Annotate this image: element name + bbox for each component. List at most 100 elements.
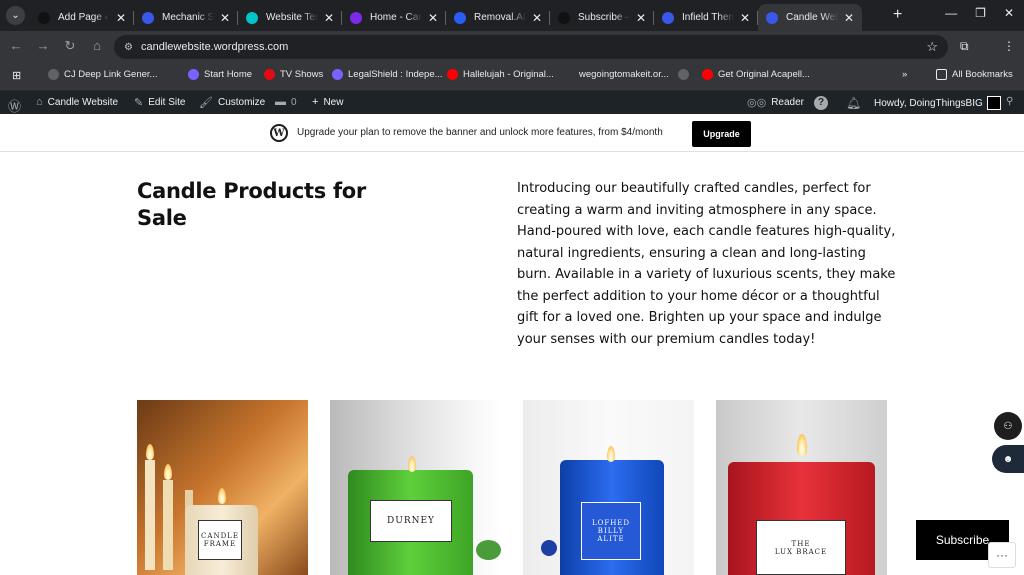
address-bar[interactable]: ⚙ candlewebsite.wordpress.com ☆ [114,35,948,59]
globe-icon [678,69,689,80]
more-bookmarks-chevron-icon[interactable]: » [902,69,907,80]
close-tab-icon[interactable]: ✕ [636,11,646,25]
comments-link[interactable]: ▬ 0 [275,96,297,108]
minimize-icon[interactable]: — [945,6,957,20]
bookmark-item[interactable]: Hallelujah - Original... [447,69,554,80]
tab-title: Add Page ‹ S [58,12,110,23]
back-arrow-icon[interactable]: ← [8,38,24,53]
bookmark-label: CJ Deep Link Gener... [64,69,158,80]
browser-tab[interactable]: Removal.AI ✕ [446,4,550,31]
notion-icon [558,11,570,24]
comment-bubble-icon: ▬ [275,96,286,108]
extensions-icon[interactable]: ⧉ [960,39,969,54]
wordpress-icon [662,11,674,24]
more-options-icon[interactable]: ··· [988,542,1016,568]
close-tab-icon[interactable]: ✕ [740,11,750,25]
plus-icon: + [312,96,319,108]
browser-tab[interactable]: Mechanic Sh ✕ [134,4,238,31]
restore-icon[interactable]: ❐ [975,6,986,20]
bookmark-item[interactable] [678,69,694,80]
help-icon[interactable]: ? [814,96,828,110]
all-bookmarks-folder[interactable]: All Bookmarks [936,69,1013,80]
product-label: LOFHED BILLY ALITE [581,502,641,560]
forward-arrow-icon[interactable]: → [35,38,51,53]
moon-icon [563,69,574,80]
reload-icon[interactable]: ↻ [62,38,78,54]
product-label: THE LUX BRACE [756,520,846,575]
account-menu[interactable]: Howdy, DoingThingsBIG [874,96,1001,110]
upgrade-button[interactable]: Upgrade [692,121,751,147]
site-name-link[interactable]: ⌂ Candle Website [36,96,118,108]
edit-site-link[interactable]: ✎ Edit Site [134,96,185,109]
comment-count: 0 [291,96,297,108]
tab-title: Removal.AI [474,12,526,23]
browser-toolbar: ← → ↻ ⌂ ⚙ candlewebsite.wordpress.com ☆ … [0,31,1024,62]
customize-link[interactable]: 🖌 Customize [199,96,265,109]
product-image[interactable]: CANDLE FRAME [137,400,308,575]
close-tab-icon[interactable]: ✕ [116,11,126,25]
home-icon[interactable]: ⌂ [89,38,105,53]
bookmark-star-icon[interactable]: ☆ [926,39,938,55]
bookmark-item[interactable]: LegalShield : Indepe... [332,69,443,80]
browser-tab[interactable]: Candle Webs ✕ [758,4,862,31]
tab-search-chevron-icon[interactable]: ⌄ [6,6,25,25]
chat-widget-icon[interactable]: ⚇ [994,412,1022,440]
site-info-icon[interactable]: ⚙ [124,42,133,53]
wp-logo-icon[interactable]: Ⓦ [8,96,21,115]
bookmarks-bar: ⊞ CJ Deep Link Gener... Start Home TV Show… [0,62,1024,91]
close-tab-icon[interactable]: ✕ [324,11,334,25]
product-image[interactable]: THE LUX BRACE [716,400,887,575]
apps-grid-icon[interactable]: ⊞ [12,69,21,82]
close-tab-icon[interactable]: ✕ [220,11,230,25]
wp-admin-bar: Ⓦ ⌂ Candle Website ✎ Edit Site 🖌 Customize … [0,91,1024,114]
howdy-label: Howdy, DoingThingsBIG [874,97,983,109]
reader-link[interactable]: ◎◎ Reader [747,96,804,109]
browser-tab[interactable]: Subscribe – ✕ [550,4,654,31]
youtube-icon [447,69,458,80]
new-label: New [323,96,344,108]
browser-tab[interactable]: Infield Theme ✕ [654,4,758,31]
notifications-bell-icon[interactable]: 🔔︎ [846,96,861,110]
home-icon: ⌂ [36,96,43,108]
bookmark-label: TV Shows [280,69,324,80]
close-tab-icon[interactable]: ✕ [428,11,438,25]
browser-tab[interactable]: Add Page ‹ S ✕ [30,4,134,31]
canva-icon [246,11,258,24]
tab-title: Candle Webs [786,12,838,23]
bookmark-item[interactable]: CJ Deep Link Gener... [48,69,157,80]
tab-title: Mechanic Sh [162,12,214,23]
banner-message: Upgrade your plan to remove the banner a… [297,127,663,138]
bookmark-label: Hallelujah - Original... [463,69,554,80]
window-controls: — ❐ ✕ [945,6,1014,20]
bookmark-item[interactable]: wegoingtomakeit.or... [563,69,669,80]
bookmark-label: Get Original Acapell... [718,69,810,80]
shield-icon [188,69,199,80]
notion-icon [38,11,50,24]
bookmark-item[interactable]: TV Shows [264,69,323,80]
all-bookmarks-label: All Bookmarks [952,69,1013,80]
page-title: Candle Products for Sale [137,179,366,230]
bookmark-item[interactable]: Get Original Acapell... [702,69,810,80]
removal-ai-icon [454,11,466,24]
browser-tab[interactable]: Website Tem ✕ [238,4,342,31]
close-window-icon[interactable]: ✕ [1004,6,1014,20]
browser-menu-icon[interactable]: ⋮ [1003,39,1015,53]
product-image[interactable]: LOFHED BILLY ALITE [523,400,694,575]
bookmark-label: Start Home [204,69,253,80]
new-tab-plus-icon[interactable]: + [893,6,902,24]
folder-icon [936,69,947,80]
close-tab-icon[interactable]: ✕ [844,11,854,25]
bookmark-item[interactable]: Start Home [188,69,252,80]
globe-icon [48,69,59,80]
browser-tab[interactable]: Home - Canv ✕ [342,4,446,31]
new-content-link[interactable]: + New [312,96,343,108]
search-icon[interactable]: ⚲ [1006,96,1013,107]
upgrade-banner: W Upgrade your plan to remove the banner… [0,114,1024,152]
shield-icon [332,69,343,80]
edit-site-label: Edit Site [148,97,186,108]
product-image[interactable]: DURNEY [330,400,501,575]
tab-title: Infield Theme [682,12,734,23]
close-tab-icon[interactable]: ✕ [532,11,542,25]
tab-title: Subscribe – [578,12,630,23]
assistant-widget-icon[interactable]: ☻ [992,445,1024,473]
